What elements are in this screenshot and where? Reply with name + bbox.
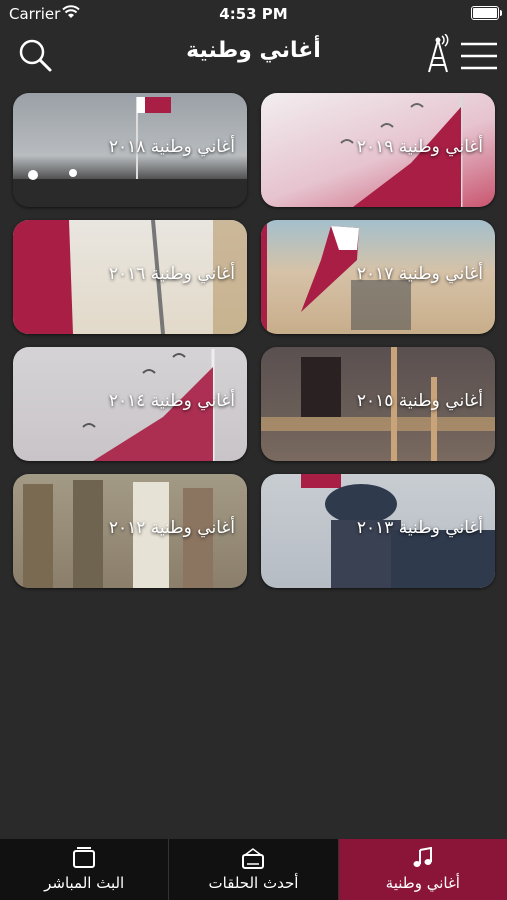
tab-latest-episodes[interactable]: أحدث الحلقات bbox=[169, 839, 337, 900]
tab-label: أغاني وطنية bbox=[385, 874, 460, 892]
album-card-2015[interactable]: أغاني وطنية ٢٠١٥ bbox=[261, 347, 495, 461]
album-card-2017[interactable]: أغاني وطنية ٢٠١٧ bbox=[261, 220, 495, 334]
album-card-label: أغاني وطنية ٢٠١٢ bbox=[108, 518, 235, 538]
album-card-2018[interactable]: أغاني وطنية ٢٠١٨ bbox=[13, 93, 247, 207]
status-time: 4:53 PM bbox=[219, 5, 288, 23]
battery-icon bbox=[471, 6, 502, 20]
album-card-label: أغاني وطنية ٢٠١٩ bbox=[356, 137, 483, 157]
album-card-2013[interactable]: أغاني وطنية ٢٠١٣ bbox=[261, 474, 495, 588]
album-card-label: أغاني وطنية ٢٠١٦ bbox=[108, 264, 235, 284]
album-card-2014[interactable]: أغاني وطنية ٢٠١٤ bbox=[13, 347, 247, 461]
album-card-label: أغاني وطنية ٢٠١٧ bbox=[356, 264, 483, 284]
broadcast-antenna-icon[interactable] bbox=[425, 34, 451, 74]
nav-bar: أغاني وطنية bbox=[0, 28, 507, 82]
album-card-label: أغاني وطنية ٢٠١٤ bbox=[108, 391, 235, 411]
album-card-2012[interactable]: أغاني وطنية ٢٠١٢ bbox=[13, 474, 247, 588]
hamburger-menu-icon[interactable] bbox=[459, 40, 499, 72]
album-card-label: أغاني وطنية ٢٠١٣ bbox=[356, 518, 483, 538]
tab-label: البث المباشر bbox=[44, 874, 125, 892]
tab-bar: البث المباشر أحدث الحلقات أغاني وطنية bbox=[0, 839, 507, 900]
album-card-2019[interactable]: أغاني وطنية ٢٠١٩ bbox=[261, 93, 495, 207]
album-card-2016[interactable]: أغاني وطنية ٢٠١٦ bbox=[13, 220, 247, 334]
album-card-label: أغاني وطنية ٢٠١٨ bbox=[108, 137, 235, 157]
music-note-icon bbox=[413, 847, 432, 867]
radio-icon bbox=[242, 848, 265, 869]
tab-live-broadcast[interactable]: البث المباشر bbox=[0, 839, 168, 900]
tab-national-songs[interactable]: أغاني وطنية bbox=[338, 839, 507, 900]
tab-label: أحدث الحلقات bbox=[208, 874, 299, 892]
album-card-label: أغاني وطنية ٢٠١٥ bbox=[356, 391, 483, 411]
tv-icon bbox=[73, 847, 96, 868]
status-bar: Carrier 4:53 PM bbox=[0, 0, 507, 28]
